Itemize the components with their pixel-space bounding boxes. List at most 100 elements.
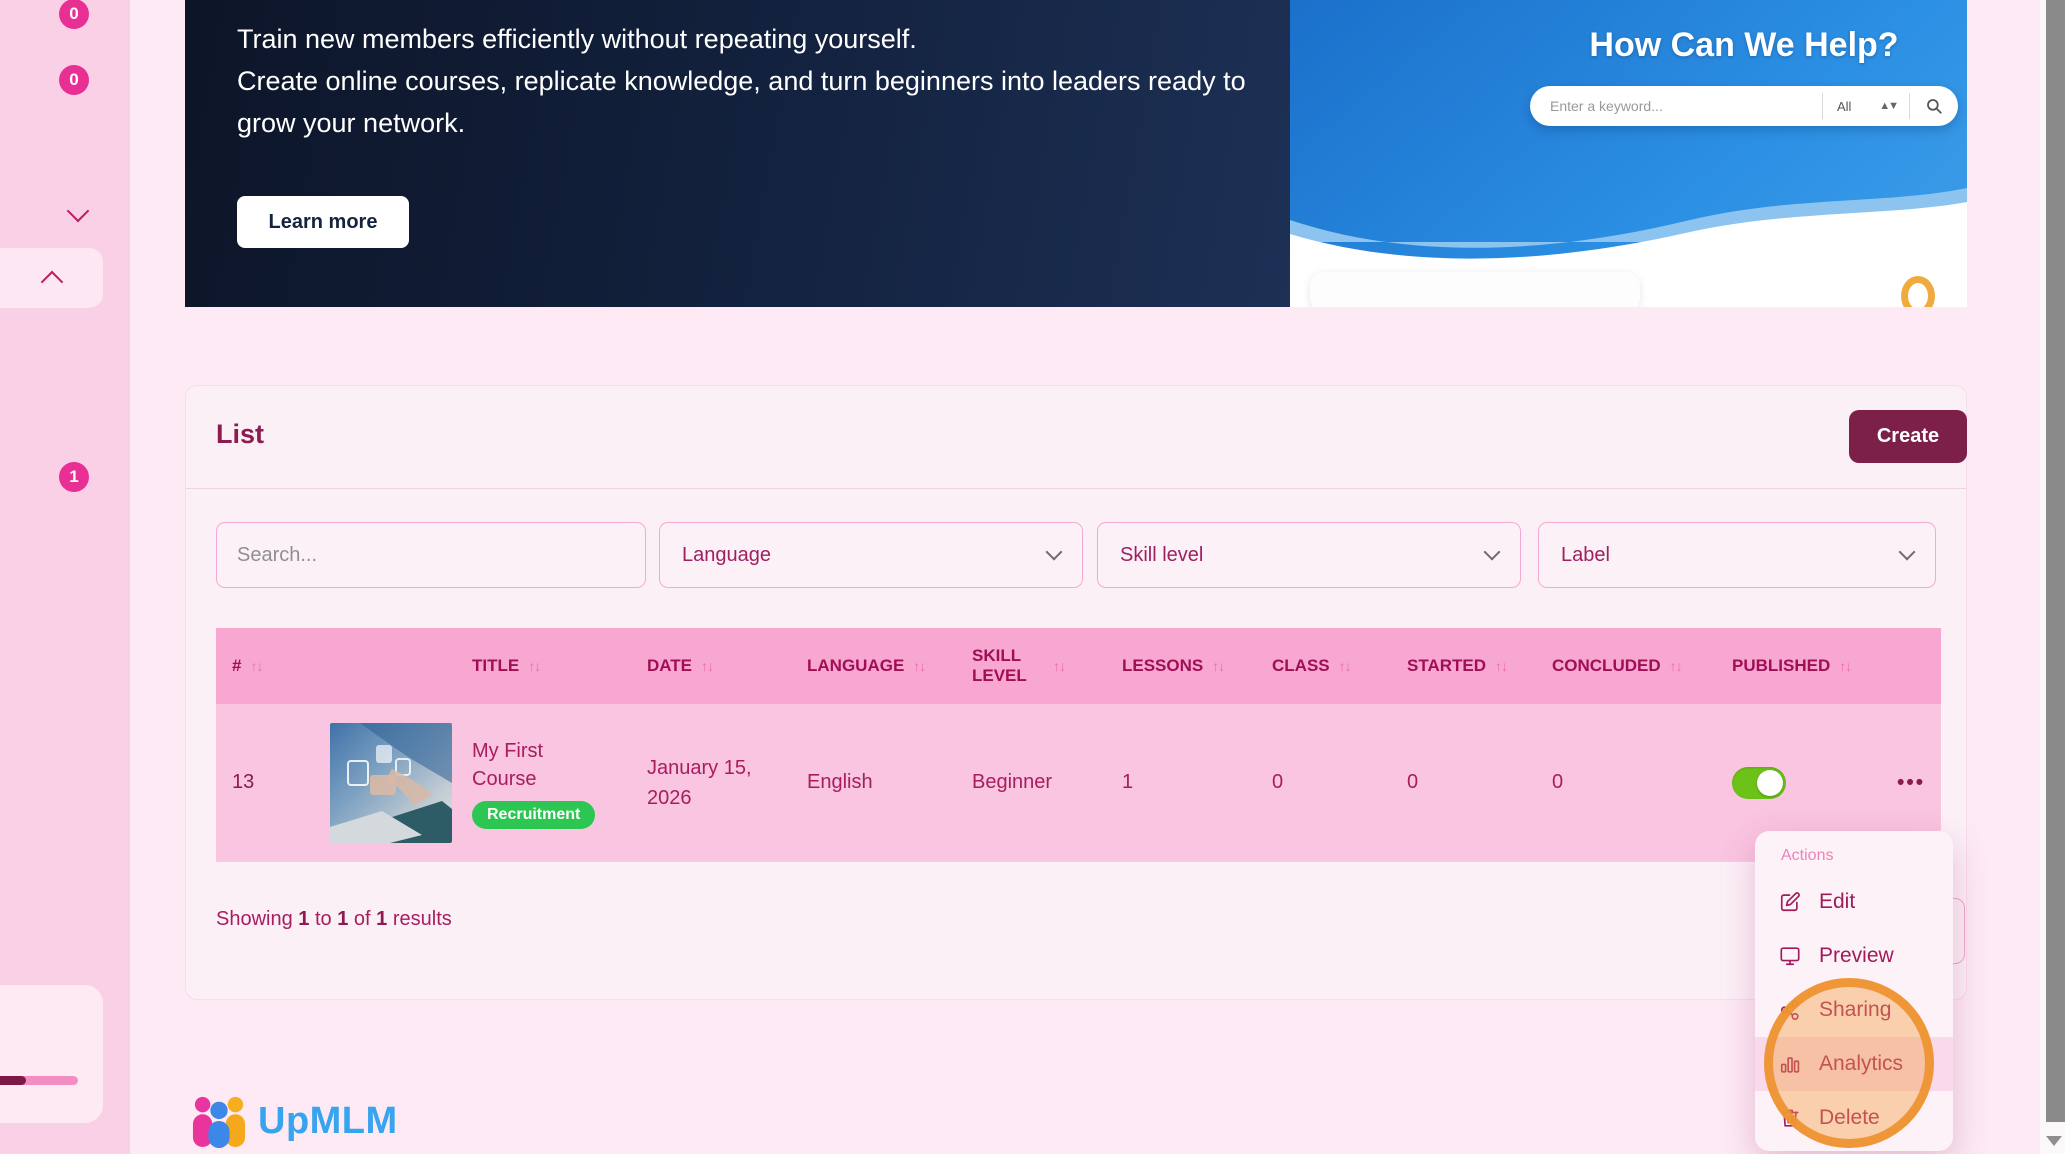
row-started-cell: 0: [1407, 771, 1419, 793]
column-label: LESSONS: [1122, 656, 1204, 675]
sort-icon: ↑↓: [913, 658, 926, 674]
menu-item-delete[interactable]: Delete: [1755, 1091, 1953, 1145]
skill-filter-label: Skill level: [1120, 543, 1204, 566]
help-search-bar[interactable]: All ▲▼: [1530, 86, 1958, 126]
column-header-skill-level[interactable]: SKILL LEVEL ↑↓: [956, 628, 1106, 704]
column-label: STARTED: [1407, 656, 1487, 675]
learn-more-button[interactable]: Learn more: [237, 196, 409, 248]
divider: [216, 861, 1941, 862]
menu-item-analytics[interactable]: Analytics: [1755, 1037, 1953, 1091]
label-filter-label: Label: [1561, 543, 1610, 566]
bar-chart-icon: [1780, 1057, 1800, 1073]
chevron-down-icon: [1483, 543, 1501, 561]
footer-brand[interactable]: UpMLM: [190, 1094, 398, 1148]
sort-icon: ↑↓: [1839, 658, 1852, 674]
sort-icon: ↑↓: [1669, 658, 1683, 674]
column-label: DATE: [647, 656, 693, 675]
help-category-value: All: [1837, 98, 1852, 114]
menu-item-label: Edit: [1819, 890, 1856, 913]
row-date-cell: January 15, 2026: [631, 704, 791, 861]
column-label: CONCLUDED: [1552, 656, 1661, 675]
search-input[interactable]: [217, 523, 645, 587]
column-header-thumbnail: [314, 628, 456, 704]
column-label: TITLE: [472, 656, 520, 675]
menu-item-sharing[interactable]: Sharing: [1755, 983, 1953, 1037]
brand-name: UpMLM: [258, 1099, 398, 1142]
column-label: LANGUAGE: [807, 656, 905, 675]
row-lessons-cell: 1: [1122, 771, 1134, 793]
table-row: 13 My First Course Recruitment January 1…: [216, 704, 1941, 861]
menu-item-edit[interactable]: Edit: [1755, 875, 1953, 929]
sort-icon: ↑↓: [1495, 658, 1508, 674]
results-text: to: [314, 908, 332, 930]
column-label: CLASS: [1272, 656, 1330, 675]
toggle-knob: [1757, 769, 1783, 796]
promo-line-2: Create online courses, replicate knowled…: [237, 66, 1246, 138]
row-language-cell: English: [807, 771, 873, 793]
menu-item-label: Sharing: [1819, 998, 1892, 1021]
column-header-title[interactable]: TITLE ↑↓: [456, 628, 631, 704]
row-id-cell: 13: [232, 771, 255, 793]
course-title-link[interactable]: My First Course: [472, 737, 592, 793]
divider: [186, 488, 1966, 489]
sidebar-collapse-box[interactable]: [0, 248, 103, 308]
page-scrollbar[interactable]: [2040, 0, 2065, 1154]
brand-logo-icon: [192, 1096, 246, 1148]
search-field-wrap: [216, 522, 646, 588]
column-header-language[interactable]: LANGUAGE ↑↓: [791, 628, 956, 704]
progress-bar-fill: [0, 1076, 26, 1085]
label-filter-select[interactable]: Label: [1538, 522, 1936, 588]
page-title: List: [216, 419, 265, 449]
scrollbar-thumb[interactable]: [2046, 0, 2065, 1122]
column-header-concluded[interactable]: CONCLUDED ↑↓: [1536, 628, 1716, 704]
share-icon: [1780, 1000, 1799, 1020]
help-search-input[interactable]: [1530, 98, 1822, 114]
column-header-lessons[interactable]: LESSONS ↑↓: [1106, 628, 1256, 704]
menu-item-preview[interactable]: Preview: [1755, 929, 1953, 983]
course-date: January 15, 2026: [647, 756, 752, 809]
left-sidebar: 0 0 1: [0, 0, 130, 1154]
progress-bar: [0, 1076, 78, 1085]
published-toggle[interactable]: [1732, 766, 1786, 799]
row-class-cell: 0: [1272, 771, 1284, 793]
actions-menu-label: Actions: [1781, 847, 1834, 864]
column-header-id[interactable]: # ↑↓: [216, 628, 314, 704]
menu-item-label: Analytics: [1819, 1052, 1904, 1075]
column-header-class[interactable]: CLASS ↑↓: [1256, 628, 1391, 704]
column-header-date[interactable]: DATE ↑↓: [631, 628, 791, 704]
language-filter-select[interactable]: Language: [659, 522, 1083, 588]
trash-icon: [1781, 1109, 1799, 1127]
chevron-up-icon: [40, 270, 63, 294]
promo-line-1: Train new members efficiently without re…: [237, 24, 917, 54]
column-header-started[interactable]: STARTED ↑↓: [1391, 628, 1536, 704]
row-title-cell: My First Course Recruitment: [456, 704, 631, 861]
sort-icon: ↑↓: [1338, 658, 1352, 674]
promo-banner: Train new members efficiently without re…: [185, 0, 1967, 307]
edit-icon: [1780, 892, 1800, 912]
select-arrows-icon: ▲▼: [1879, 100, 1899, 112]
row-actions-menu-button[interactable]: •••: [1897, 771, 1925, 795]
chevron-down-icon: [1045, 543, 1063, 561]
menu-item-label: Delete: [1819, 1106, 1880, 1129]
scrollbar-down-arrow[interactable]: [2046, 1136, 2062, 1146]
sort-icon: ↑↓: [701, 658, 714, 674]
row-skill-level-cell: Beginner: [972, 771, 1053, 793]
course-thumbnail-image: [330, 722, 452, 843]
skill-level-filter-select[interactable]: Skill level: [1097, 522, 1521, 588]
chevron-down-icon[interactable]: [66, 199, 90, 223]
row-concluded-cell: 0: [1552, 771, 1564, 793]
help-category-select[interactable]: All ▲▼: [1823, 99, 1909, 114]
course-thumbnail[interactable]: [330, 722, 452, 843]
chevron-down-icon: [1898, 543, 1916, 561]
sort-icon: ↑↓: [528, 658, 541, 674]
help-article-card: [1310, 272, 1640, 307]
sidebar-progress-card[interactable]: [0, 985, 103, 1123]
sort-icon: ↑↓: [1212, 658, 1225, 674]
search-icon[interactable]: [1910, 97, 1958, 115]
help-panel-title: How Can We Help?: [1589, 26, 1899, 64]
table-header: # ↑↓ TITLE ↑↓ DATE ↑↓ LANGUAGE ↑↓ SKILL …: [216, 628, 1941, 704]
create-button[interactable]: Create: [1849, 410, 1967, 463]
promo-banner-text-panel: Train new members efficiently without re…: [185, 0, 1290, 307]
column-header-published[interactable]: PUBLISHED ↑↓: [1716, 628, 1881, 704]
results-text: Showing: [216, 908, 293, 930]
